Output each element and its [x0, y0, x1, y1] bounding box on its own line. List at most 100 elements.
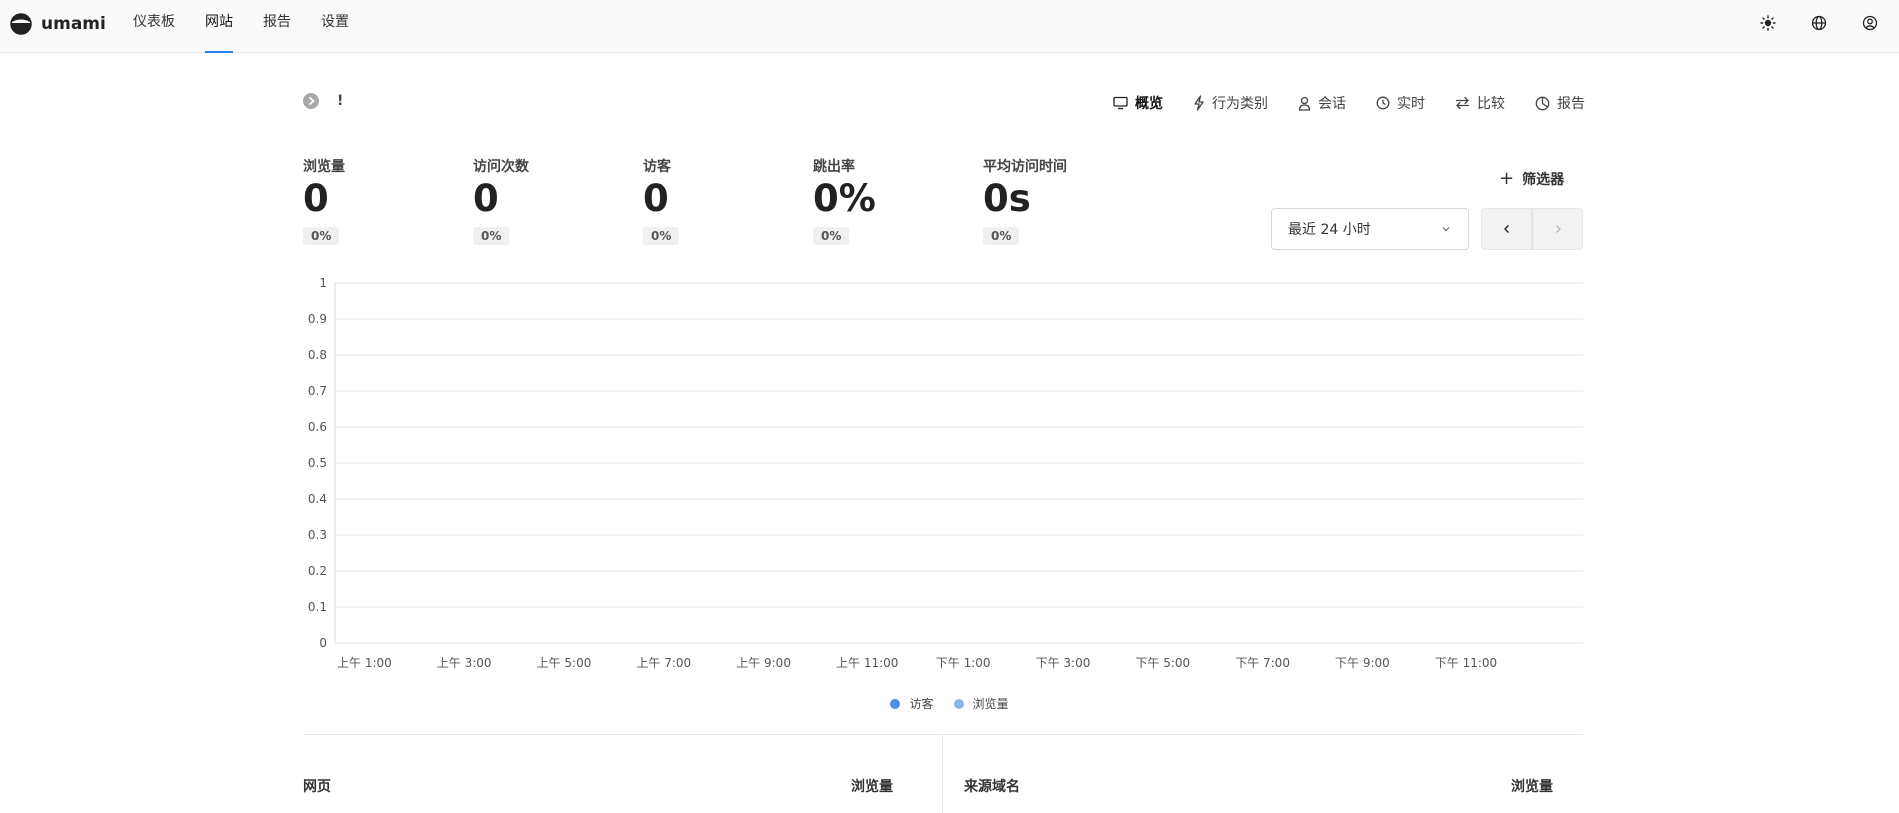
website-name[interactable]: !: [337, 93, 343, 109]
legend-item-visitors[interactable]: 访客: [890, 695, 934, 712]
lightning-icon: [1194, 95, 1204, 111]
globe-icon: [1811, 15, 1827, 31]
app-name: umami: [41, 14, 106, 34]
metric-label: 平均访问时间: [983, 159, 1067, 175]
metric-bounce-rate[interactable]: 跳出率 0% 0%: [813, 156, 983, 245]
y-tick-label: 0.8: [308, 348, 327, 362]
tab-label: 实时: [1397, 96, 1425, 112]
y-tick-label: 0.6: [308, 420, 327, 434]
x-tick-label: 下午 11:00: [1435, 656, 1497, 670]
language-button[interactable]: [1810, 14, 1828, 32]
x-tick-label: 上午 11:00: [836, 656, 898, 670]
user-circle-icon: [1862, 15, 1878, 31]
nav-item-websites[interactable]: 网站: [205, 0, 233, 53]
x-tick-label: 下午 5:00: [1135, 656, 1190, 670]
metric-change-badge: 0%: [473, 227, 510, 245]
x-tick-label: 上午 7:00: [636, 656, 691, 670]
metric-visits[interactable]: 访问次数 0 0%: [473, 156, 643, 245]
metric-value: 0: [303, 177, 329, 220]
metric-value: 0: [643, 177, 669, 220]
x-tick-label: 上午 9:00: [736, 656, 791, 670]
legend-dot: [890, 698, 901, 709]
legend-dot: [953, 698, 964, 709]
y-tick-label: 1: [319, 276, 327, 290]
tab-overview[interactable]: 概览: [1113, 93, 1163, 113]
metric-label: 跳出率: [813, 159, 855, 175]
y-tick-label: 0.5: [308, 456, 327, 470]
view-tabs: 概览 行为类别 会话 实时 比较 报告: [1083, 93, 1585, 113]
y-tick-label: 0.9: [308, 312, 327, 326]
x-tick-label: 下午 7:00: [1235, 656, 1290, 670]
previous-period-button[interactable]: [1481, 208, 1532, 250]
y-tick-label: 0.1: [308, 600, 327, 614]
x-tick-label: 下午 9:00: [1335, 656, 1390, 670]
metric-label: 访客: [643, 159, 671, 175]
y-tick-label: 0.4: [308, 492, 327, 506]
x-tick-label: 下午 3:00: [1036, 656, 1091, 670]
monitor-icon: [1113, 96, 1128, 110]
app-logo[interactable]: umami: [10, 13, 106, 35]
pie-icon: [1535, 96, 1550, 110]
tab-label: 比较: [1477, 96, 1505, 112]
tab-reports[interactable]: 报告: [1535, 93, 1585, 113]
x-tick-label: 上午 3:00: [437, 656, 492, 670]
clock-icon: [1376, 96, 1390, 110]
tab-label: 报告: [1557, 96, 1585, 112]
tab-label: 概览: [1135, 96, 1163, 112]
column-divider: [942, 734, 943, 813]
sun-icon: [1760, 15, 1776, 31]
x-tick-label: 下午 1:00: [936, 656, 991, 670]
chevron-right-icon: [1555, 225, 1561, 233]
y-tick-label: 0: [319, 636, 327, 650]
plus-icon: +: [1499, 168, 1515, 189]
referrers-table-metric-header: 浏览量: [1511, 779, 1553, 795]
metric-value: 0s: [983, 177, 1031, 220]
y-tick-label: 0.2: [308, 564, 327, 578]
metric-change-badge: 0%: [643, 227, 680, 245]
theme-toggle-button[interactable]: [1759, 14, 1777, 32]
metric-change-badge: 0%: [303, 227, 340, 245]
date-navigation: [1481, 208, 1583, 250]
pages-table-metric-header: 浏览量: [851, 779, 893, 795]
chart-legend: 访客 浏览量: [0, 695, 1899, 712]
tab-events[interactable]: 行为类别: [1193, 93, 1268, 113]
chevron-left-icon: [1503, 225, 1509, 233]
metric-visitors[interactable]: 访客 0 0%: [643, 156, 813, 245]
metric-pageviews[interactable]: 浏览量 0 0%: [303, 156, 473, 245]
tab-label: 会话: [1318, 96, 1346, 112]
nav-item-dashboard[interactable]: 仪表板: [133, 0, 175, 53]
website-header: !: [303, 93, 343, 109]
metric-change-badge: 0%: [983, 227, 1020, 245]
tab-label: 行为类别: [1212, 96, 1268, 112]
nav-item-settings[interactable]: 设置: [321, 0, 349, 53]
tab-realtime[interactable]: 实时: [1376, 93, 1425, 113]
metric-visit-duration[interactable]: 平均访问时间 0s 0%: [983, 156, 1153, 245]
pages-table-title: 网页: [303, 779, 331, 795]
add-filter-button[interactable]: + 筛选器: [1499, 169, 1564, 189]
metric-label: 访问次数: [473, 159, 529, 175]
y-tick-label: 0.7: [308, 384, 327, 398]
filter-label: 筛选器: [1522, 172, 1565, 188]
metric-value: 0: [473, 177, 499, 220]
top-navigation-bar: umami 仪表板 网站 报告 设置: [0, 0, 1899, 53]
user-icon: [1298, 96, 1311, 111]
x-tick-label: 上午 5:00: [537, 656, 592, 670]
y-tick-label: 0.3: [308, 528, 327, 542]
profile-button[interactable]: [1861, 14, 1879, 32]
section-divider: [303, 734, 1583, 735]
metric-change-badge: 0%: [813, 227, 850, 245]
main-nav: 仪表板 网站 报告 设置: [133, 0, 379, 53]
metric-value: 0%: [813, 177, 876, 220]
next-period-button[interactable]: [1532, 208, 1583, 250]
legend-label: 访客: [909, 697, 934, 711]
date-range-value: 最近 24 小时: [1288, 222, 1371, 238]
date-range-select[interactable]: 最近 24 小时: [1271, 208, 1469, 250]
metric-label: 浏览量: [303, 159, 345, 175]
umami-logo-icon: [10, 13, 32, 35]
tab-compare[interactable]: 比较: [1455, 93, 1505, 113]
nav-item-reports[interactable]: 报告: [263, 0, 291, 53]
chart-canvas: 1 0.9 0.8 0.7 0.6 0.5 0.4 0.3 0.2 0.1 0 上午 1:00 上午 3…: [308, 276, 1583, 670]
metrics-bar: 浏览量 0 0% 访问次数 0 0% 访客 0 0% 跳出率 0% 0% 平均访…: [303, 156, 1153, 245]
legend-item-pageviews[interactable]: 浏览量: [953, 695, 1009, 712]
tab-sessions[interactable]: 会话: [1298, 93, 1346, 113]
